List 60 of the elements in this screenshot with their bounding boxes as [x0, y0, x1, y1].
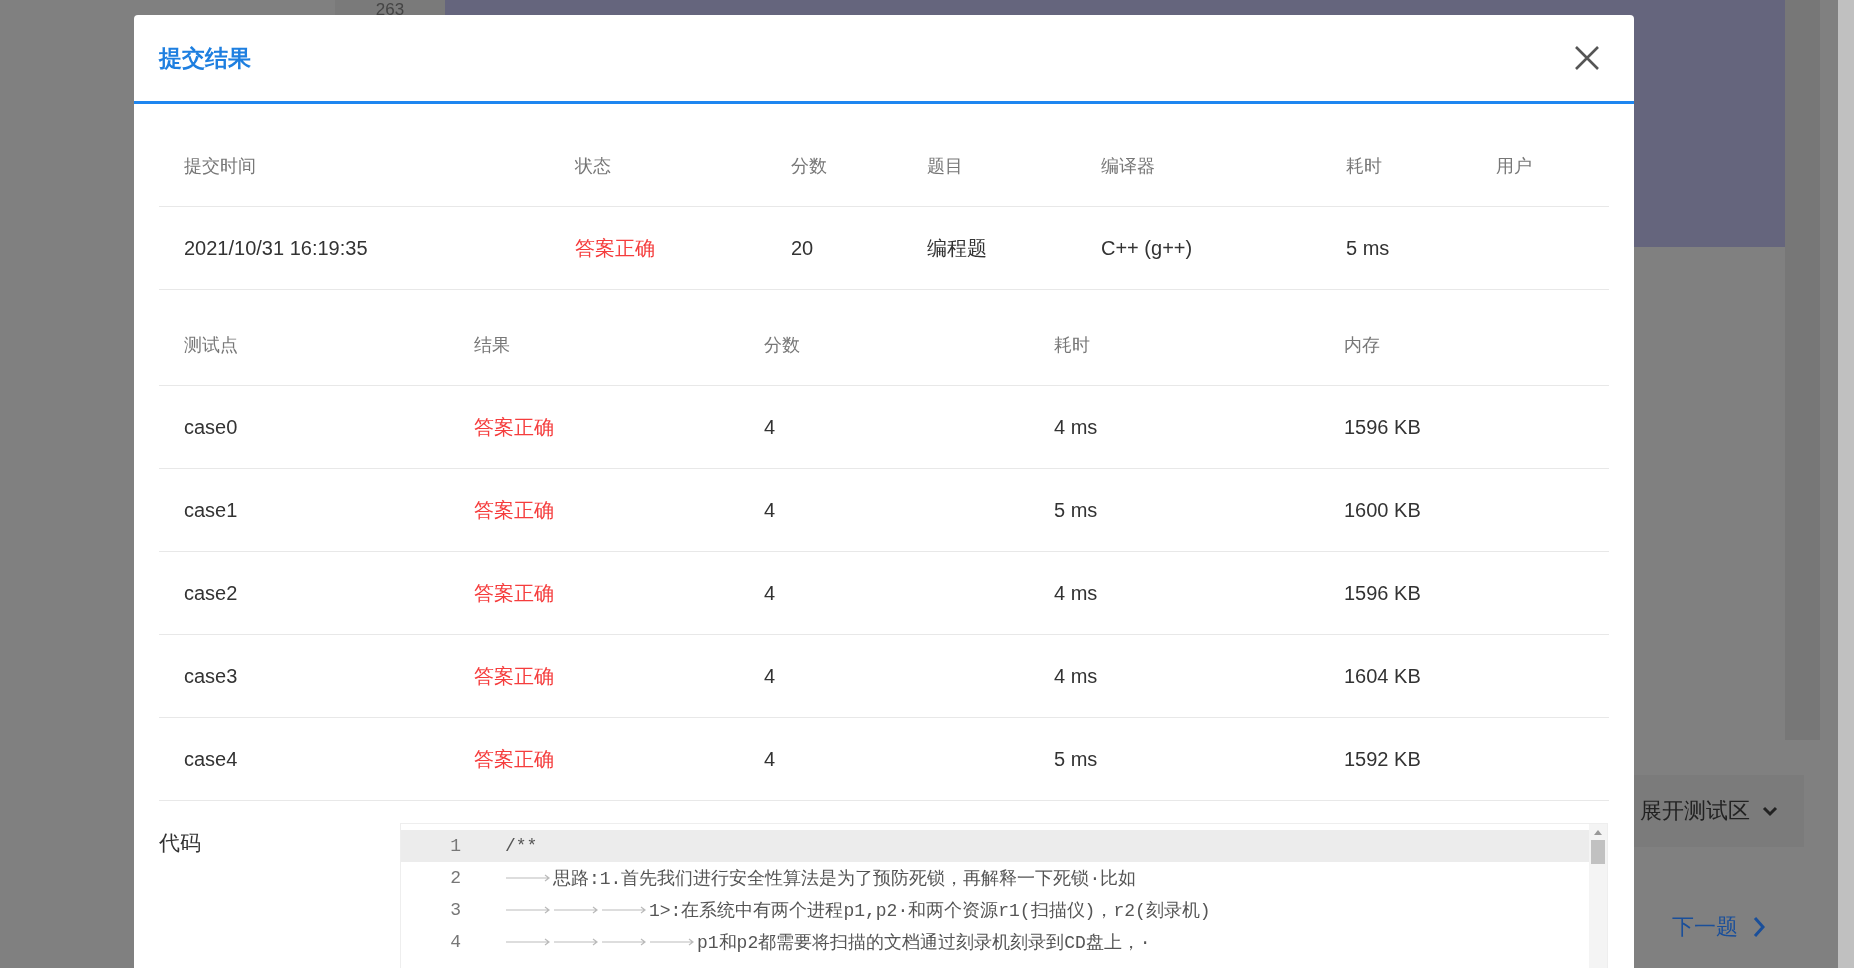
chevron-down-icon	[1762, 805, 1778, 817]
column-header: 耗时	[1346, 155, 1383, 178]
table-cell-text: case2	[184, 581, 239, 605]
table-cell-text: 1600 KB	[1344, 498, 1422, 522]
table-cell-text: 答案正确	[474, 663, 555, 689]
column-header: 状态	[575, 155, 612, 178]
column-header: 用户	[1496, 155, 1533, 178]
expand-button[interactable]: 展开测试区	[1634, 775, 1804, 847]
dialog-title: 提交结果	[159, 43, 251, 73]
table-cell-text: 5 ms	[1054, 747, 1099, 771]
column-header: 耗时	[1054, 334, 1091, 357]
table-cell-text: 4 ms	[1054, 415, 1099, 439]
table-cell-text: C++ (g++)	[1101, 236, 1194, 260]
line-number: 4	[449, 932, 461, 952]
table-cell-text: 5 ms	[1346, 236, 1391, 260]
scroll-thumb[interactable]	[1591, 840, 1605, 864]
table-cell-text: 4	[764, 581, 777, 605]
code-line: /**	[505, 836, 538, 856]
table-cell-text: 答案正确	[474, 414, 555, 440]
table-cell-text: 答案正确	[474, 580, 555, 606]
code-line: p1和p2都需要将扫描的文档通过刻录机刻录到CD盘上，·	[697, 932, 1151, 954]
table-cell-text: 4	[764, 498, 777, 522]
table-cell-text: case1	[184, 498, 239, 522]
column-header: 结果	[474, 334, 511, 357]
code-line: 思路:1.首先我们进行安全性算法是为了预防死锁，再解释一下死锁·比如	[553, 868, 1137, 890]
line-number: 1	[449, 836, 461, 856]
table-cell-text: 20	[791, 236, 815, 260]
table-cell-text: case4	[184, 747, 239, 771]
column-header: 内存	[1344, 334, 1381, 357]
table-cell-text: 1592 KB	[1344, 747, 1422, 771]
column-header: 分数	[764, 334, 801, 357]
table-cell-text: 1596 KB	[1344, 581, 1422, 605]
column-header: 编译器	[1101, 155, 1156, 178]
table-cell-text: 编程题	[927, 235, 988, 261]
table-cell-text: 4	[764, 747, 777, 771]
line-number: 2	[449, 868, 461, 888]
table-cell-text: 2021/10/31 16:19:35	[184, 236, 369, 260]
table-cell-text: 5 ms	[1054, 498, 1099, 522]
code-line: 1>:在系统中有两个进程p1,p2·和两个资源r1(扫描仪)，r2(刻录机)	[649, 900, 1211, 922]
scroll-up-icon[interactable]	[1593, 828, 1603, 836]
table-cell-text: 答案正确	[575, 235, 656, 261]
column-header: 分数	[791, 155, 828, 178]
column-header: 题目	[927, 155, 964, 178]
table-cell-text: 4	[764, 415, 777, 439]
chevron-right-icon	[1752, 916, 1766, 938]
column-header: 测试点	[184, 334, 239, 357]
table-cell-text: 1596 KB	[1344, 415, 1422, 439]
table-cell-text: case0	[184, 415, 239, 439]
table-cell-text: 答案正确	[474, 497, 555, 523]
table-cell-text: 4 ms	[1054, 581, 1099, 605]
table-cell-text: 4	[764, 664, 777, 688]
table-cell-text: case3	[184, 664, 239, 688]
next-link[interactable]: 下一题	[1672, 912, 1766, 942]
column-header: 提交时间	[184, 155, 257, 178]
code-label: 代码	[159, 830, 202, 856]
table-cell-text: 答案正确	[474, 746, 555, 772]
line-number: 3	[449, 900, 461, 920]
close-icon[interactable]	[1574, 45, 1600, 71]
table-cell-text: 4 ms	[1054, 664, 1099, 688]
table-cell-text: 1604 KB	[1344, 664, 1422, 688]
